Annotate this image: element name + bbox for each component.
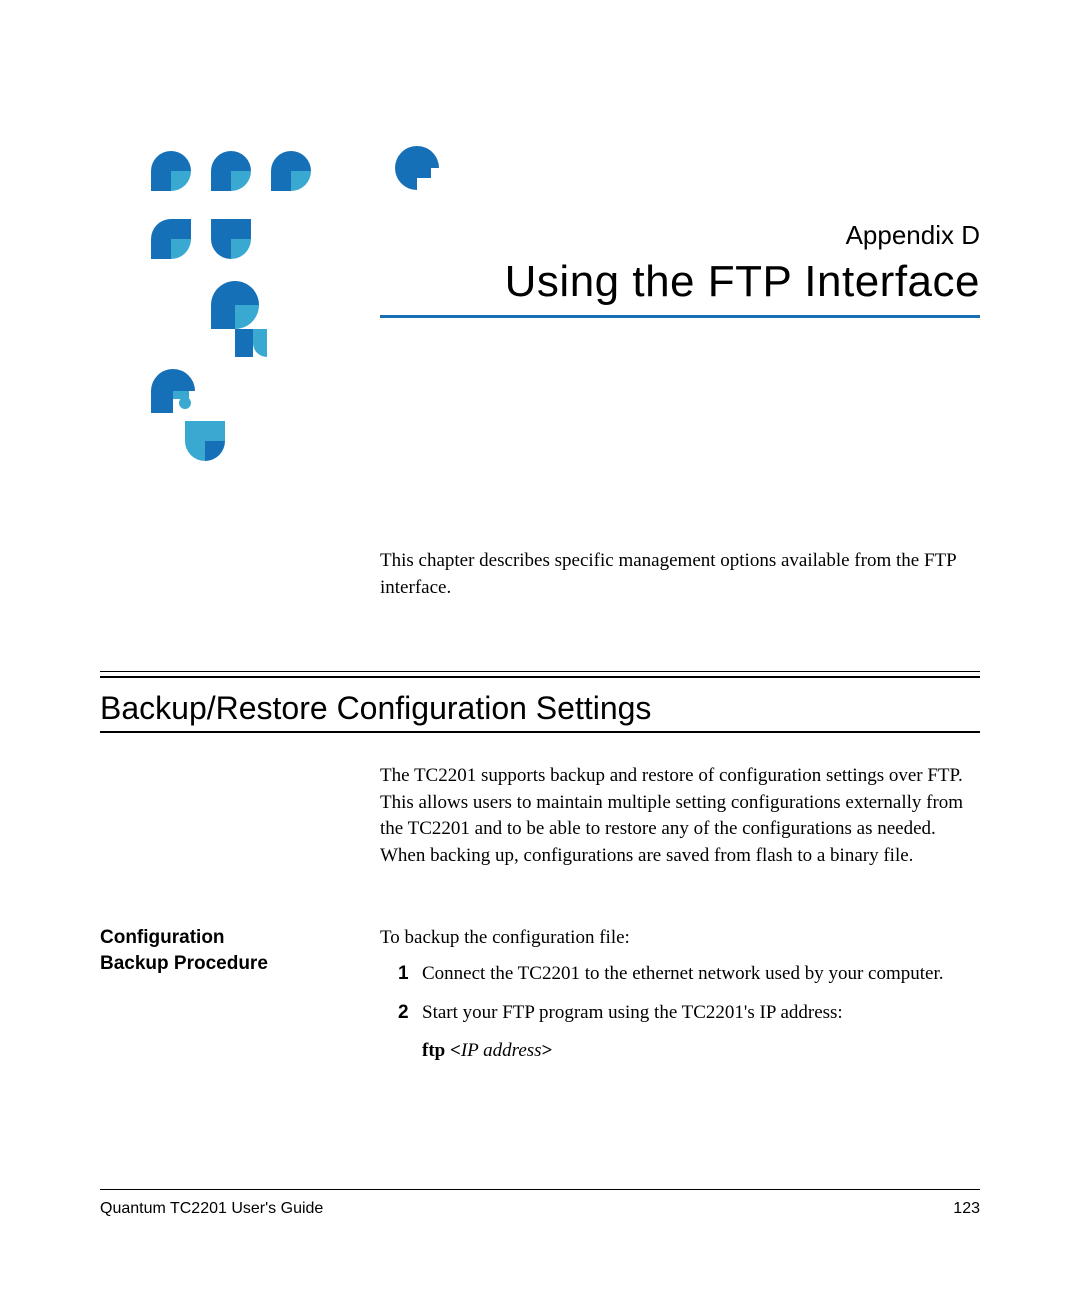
- section-heading: Backup/Restore Configuration Settings: [100, 690, 980, 727]
- chapter-header: Appendix D Using the FTP Interface: [100, 110, 980, 318]
- step-text: Connect the TC2201 to the ethernet netwo…: [422, 961, 980, 988]
- brand-logo-accent: [387, 138, 447, 203]
- section-body: The TC2201 supports backup and restore o…: [380, 763, 980, 869]
- step-list: 1 Connect the TC2201 to the ethernet net…: [380, 961, 980, 1065]
- footer-guide: Quantum TC2201 User's Guide: [100, 1200, 323, 1218]
- footer-page-number: 123: [953, 1200, 980, 1218]
- intro-paragraph: This chapter describes specific manageme…: [380, 548, 980, 601]
- step-number: 1: [398, 961, 422, 988]
- subsection-lead: To backup the configuration file:: [380, 925, 980, 952]
- appendix-label: Appendix D: [380, 220, 980, 251]
- chapter-title: Using the FTP Interface: [380, 257, 980, 307]
- section-underline: [100, 731, 980, 733]
- step-item: 1 Connect the TC2201 to the ethernet net…: [380, 961, 980, 988]
- ftp-command: ftp <IP address>: [380, 1038, 980, 1065]
- title-underline: [380, 315, 980, 318]
- subsection: Configuration Backup Procedure To backup…: [100, 925, 980, 1065]
- page: Appendix D Using the FTP Interface This …: [0, 0, 1080, 1296]
- subsection-title: Configuration Backup Procedure: [100, 925, 360, 978]
- step-item: 2 Start your FTP program using the TC220…: [380, 1000, 980, 1027]
- step-number: 2: [398, 1000, 422, 1027]
- brand-logo: [135, 135, 365, 495]
- page-footer: Quantum TC2201 User's Guide 123: [100, 1189, 980, 1218]
- step-text: Start your FTP program using the TC2201'…: [422, 1000, 980, 1027]
- section-divider: [100, 671, 980, 678]
